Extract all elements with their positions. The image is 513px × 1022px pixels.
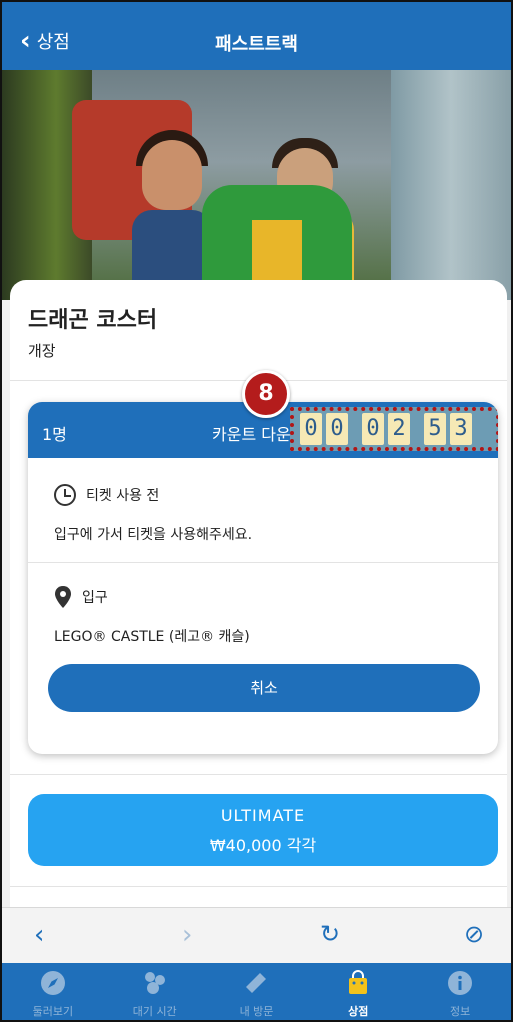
top-header: ‹ 상점 패스트트랙 xyxy=(2,2,511,70)
ticket-status: 티켓 사용 전 xyxy=(86,488,160,504)
countdown-timer: 0 0 0 2 5 3 xyxy=(300,413,472,445)
countdown-label: 카운트 다운 xyxy=(212,425,291,444)
tab-explore[interactable]: 둘러보기 xyxy=(2,963,104,1020)
compass-browser-icon[interactable]: ⊘ xyxy=(464,920,484,948)
tab-my-visit[interactable]: 내 방문 xyxy=(206,963,308,1020)
tab-shop[interactable]: 상점 xyxy=(307,963,409,1020)
divider xyxy=(10,774,507,775)
people-icon xyxy=(144,972,165,994)
location-name: LEGO® CASTLE (레고® 캐슬) xyxy=(54,629,250,645)
browser-back-icon[interactable]: ‹ xyxy=(34,920,44,950)
countdown-digit: 0 xyxy=(326,413,348,445)
clock-icon xyxy=(54,484,76,506)
countdown-digit: 2 xyxy=(388,413,410,445)
tab-wait-times[interactable]: 대기 시간 xyxy=(104,963,206,1020)
ticket-icon xyxy=(246,973,267,993)
step-number-badge: 8 xyxy=(242,370,290,418)
reload-icon[interactable]: ↻ xyxy=(320,920,340,948)
location-label: 입구 xyxy=(82,590,108,606)
ride-status: 개장 xyxy=(28,342,56,360)
countdown-digit: 0 xyxy=(300,413,322,445)
fasttrack-ticket-card: 1명 카운트 다운 0 0 0 2 5 3 티켓 사용 전 입구에 가서 티켓을… xyxy=(28,402,498,754)
ticket-count: 1명 xyxy=(42,425,67,444)
page-title: 패스트트랙 xyxy=(215,34,298,55)
ride-name: 드래곤 코스터 xyxy=(28,308,158,333)
tab-label: 둘러보기 xyxy=(32,1005,74,1018)
offer-name: ULTIMATE xyxy=(220,806,306,825)
browser-forward-icon[interactable]: › xyxy=(182,920,192,950)
ticket-instruction: 입구에 가서 티켓을 사용해주세요. xyxy=(54,527,253,543)
divider xyxy=(28,562,498,563)
tab-label: 대기 시간 xyxy=(132,1005,177,1018)
location-pin-icon xyxy=(54,586,72,608)
app-frame: ‹ 상점 패스트트랙 드래곤 코스터 개장 1명 카운트 다운 0 0 0 2 … xyxy=(0,0,513,1022)
countdown-digit: 0 xyxy=(362,413,384,445)
tab-label: 상점 xyxy=(348,1005,369,1018)
location-row: 입구 xyxy=(54,586,108,608)
info-icon xyxy=(448,971,473,995)
tab-info[interactable]: 정보 xyxy=(409,963,511,1020)
countdown-digit: 3 xyxy=(450,413,472,445)
countdown-digit: 5 xyxy=(424,413,446,445)
tab-label: 내 방문 xyxy=(239,1005,274,1018)
ticket-status-row: 티켓 사용 전 xyxy=(54,484,159,506)
tab-label: 정보 xyxy=(449,1005,471,1018)
ultimate-purchase-button[interactable]: ULTIMATE ₩40,000 각각 xyxy=(28,794,498,866)
bottom-tab-bar: 둘러보기 대기 시간 내 방문 상점 정보 xyxy=(2,963,511,1020)
browser-toolbar: ‹ › ↻ ⊘ xyxy=(2,907,511,963)
shopping-bag-icon xyxy=(349,970,368,994)
offer-price: ₩40,000 각각 xyxy=(209,836,317,855)
cancel-button[interactable]: 취소 xyxy=(48,664,480,712)
divider xyxy=(10,886,507,887)
ride-photo xyxy=(2,70,511,300)
compass-icon xyxy=(40,971,65,995)
